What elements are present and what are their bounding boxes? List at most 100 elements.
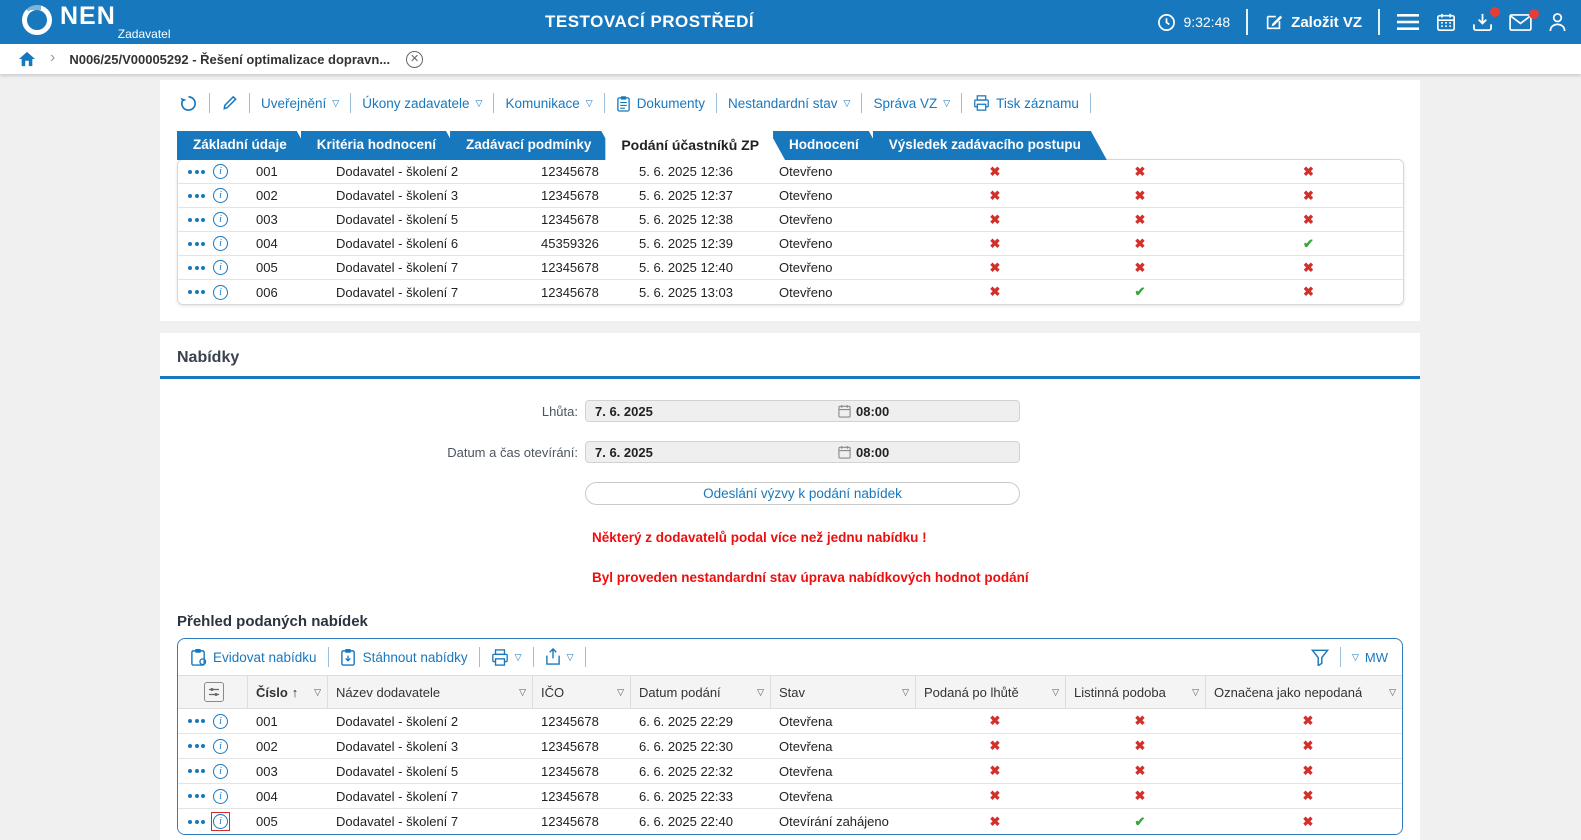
column-header-listinna-podoba[interactable]: Listinná podoba▽ [1066, 676, 1206, 708]
info-icon[interactable]: i [213, 764, 228, 779]
row-menu-icon[interactable] [188, 290, 205, 294]
table-row[interactable]: i001Dodavatel - školení 2123456785. 6. 2… [178, 160, 1403, 184]
chevron-down-icon[interactable]: ▽ [1052, 687, 1059, 698]
info-icon[interactable]: i [213, 285, 228, 300]
column-header-datum-podani[interactable]: Datum podání▽ [631, 676, 771, 708]
tab-hodnoceni[interactable]: Hodnocení [773, 131, 885, 160]
row-menu-icon[interactable] [188, 242, 205, 246]
edit-record-icon[interactable] [221, 94, 238, 112]
table-row[interactable]: i005Dodavatel - školení 7123456785. 6. 2… [178, 256, 1403, 280]
column-settings-icon[interactable] [204, 682, 224, 702]
export-button[interactable]: ▽ [545, 648, 574, 666]
info-icon-wrap[interactable]: i [213, 285, 228, 300]
print-button[interactable]: ▽ [491, 649, 522, 666]
opening-time-value[interactable]: 08:00 [856, 445, 889, 460]
info-icon[interactable]: i [213, 164, 228, 179]
tab-zakladni-udaje[interactable]: Základní údaje [177, 131, 313, 160]
table-row[interactable]: i001Dodavatel - školení 2123456786. 6. 2… [178, 709, 1402, 734]
register-offer-button[interactable]: Evidovat nabídku [190, 648, 317, 666]
chevron-down-icon[interactable]: ▽ [757, 687, 764, 698]
column-header-ico[interactable]: IČO▽ [533, 676, 631, 708]
filter-icon[interactable] [1311, 649, 1329, 666]
deadline-field[interactable]: 7. 6. 2025 08:00 [585, 400, 1020, 422]
column-header-podana-po-lhute[interactable]: Podaná po lhůtě▽ [916, 676, 1066, 708]
info-icon-wrap[interactable]: i [213, 188, 228, 203]
info-icon[interactable]: i [213, 789, 228, 804]
table-row[interactable]: i004Dodavatel - školení 6453593265. 6. 2… [178, 232, 1403, 256]
chevron-down-icon[interactable]: ▽ [314, 687, 321, 698]
table-row[interactable]: i004Dodavatel - školení 7123456786. 6. 2… [178, 784, 1402, 809]
deadline-date-value[interactable]: 7. 6. 2025 [595, 404, 838, 419]
opening-field[interactable]: 7. 6. 2025 08:00 [585, 441, 1020, 463]
chevron-down-icon[interactable]: ▽ [519, 687, 526, 698]
tab-zadavaci-podminky[interactable]: Zadávací podmínky [450, 131, 617, 160]
view-selector[interactable]: ▽ MW [1352, 650, 1388, 665]
opening-date-value[interactable]: 7. 6. 2025 [595, 445, 838, 460]
table-row[interactable]: i005Dodavatel - školení 7123456786. 6. 2… [178, 809, 1402, 834]
column-header-cislo[interactable]: Číslo↑▽ [248, 676, 328, 708]
row-menu-icon[interactable] [188, 820, 205, 824]
table-row[interactable]: i003Dodavatel - školení 5123456785. 6. 2… [178, 208, 1403, 232]
user-icon[interactable] [1548, 12, 1567, 32]
row-menu-icon[interactable] [188, 769, 205, 773]
info-icon-wrap[interactable]: i [213, 814, 228, 829]
chevron-down-icon[interactable]: ▽ [1192, 687, 1199, 698]
breadcrumb-title[interactable]: N006/25/V00005292 - Řešení optimalizace … [69, 52, 390, 67]
toolbar-item-dokumenty[interactable]: Dokumenty [616, 95, 705, 112]
row-menu-icon[interactable] [188, 194, 205, 198]
info-icon[interactable]: i [213, 260, 228, 275]
row-menu-icon[interactable] [188, 744, 205, 748]
info-icon-wrap[interactable]: i [213, 260, 228, 275]
menu-icon[interactable] [1396, 13, 1420, 31]
table-row[interactable]: i002Dodavatel - školení 3123456785. 6. 2… [178, 184, 1403, 208]
toolbar-item-komunikace[interactable]: Komunikace▽ [505, 96, 592, 111]
chevron-down-icon[interactable]: ▽ [617, 687, 624, 698]
info-icon[interactable]: i [213, 739, 228, 754]
table-row[interactable]: i003Dodavatel - školení 5123456786. 6. 2… [178, 759, 1402, 784]
toolbar-item-uverejneni[interactable]: Uveřejnění▽ [261, 96, 339, 111]
row-menu-icon[interactable] [188, 218, 205, 222]
tab-podani-ucastniku-zp[interactable]: Podání účastníků ZP [605, 131, 785, 160]
info-icon-wrap[interactable]: i [213, 764, 228, 779]
messages-icon[interactable] [1509, 14, 1532, 31]
toolbar-item-sprava-vz[interactable]: Správa VZ▽ [873, 96, 950, 111]
toolbar-item-nestandardni-stav[interactable]: Nestandardní stav▽ [728, 96, 850, 111]
tab-kriteria-hodnoceni[interactable]: Kritéria hodnocení [301, 131, 462, 160]
home-icon[interactable] [18, 51, 36, 67]
history-icon[interactable] [179, 94, 198, 113]
column-header-nazev-dodavatele[interactable]: Název dodavatele▽ [328, 676, 533, 708]
column-header-oznacena-jako-nepodana[interactable]: Označena jako nepodaná▽ [1206, 676, 1402, 708]
create-vz-button[interactable]: Založit VZ [1264, 12, 1362, 32]
chevron-down-icon[interactable]: ▽ [1389, 687, 1396, 698]
row-menu-icon[interactable] [188, 170, 205, 174]
column-settings-cell[interactable] [178, 676, 248, 708]
info-icon[interactable]: i [213, 212, 228, 227]
info-icon[interactable]: i [213, 188, 228, 203]
info-icon[interactable]: i [213, 714, 228, 729]
send-invitation-button[interactable]: Odeslání výzvy k podání nabídek [585, 482, 1020, 505]
column-header-stav[interactable]: Stav▽ [771, 676, 916, 708]
deadline-time-value[interactable]: 08:00 [856, 404, 889, 419]
table-row[interactable]: i002Dodavatel - školení 3123456786. 6. 2… [178, 734, 1402, 759]
table-row[interactable]: i006Dodavatel - školení 7123456785. 6. 2… [178, 280, 1403, 304]
info-icon-wrap[interactable]: i [213, 739, 228, 754]
row-menu-icon[interactable] [188, 266, 205, 270]
chevron-down-icon[interactable]: ▽ [902, 687, 909, 698]
info-icon-wrap[interactable]: i [213, 164, 228, 179]
tab-vysledek-zadavaciho-postupu[interactable]: Výsledek zadávacího postupu [873, 131, 1107, 160]
app-logo[interactable]: NEN Zadavatel [22, 3, 171, 41]
calendar-icon[interactable] [1436, 12, 1456, 32]
info-icon[interactable]: i [213, 236, 228, 251]
info-icon-wrap[interactable]: i [213, 212, 228, 227]
info-icon[interactable]: i [213, 814, 228, 829]
row-menu-icon[interactable] [188, 794, 205, 798]
toolbar-item-ukony-zadavatele[interactable]: Úkony zadavatele▽ [362, 96, 482, 111]
row-menu-icon[interactable] [188, 719, 205, 723]
info-icon-wrap[interactable]: i [213, 714, 228, 729]
download-offers-button[interactable]: Stáhnout nabídky [340, 648, 468, 666]
toolbar-item-tisk-zaznamu[interactable]: Tisk záznamu [973, 95, 1079, 111]
downloads-icon[interactable] [1472, 12, 1493, 32]
info-icon-wrap[interactable]: i [213, 789, 228, 804]
info-icon-wrap[interactable]: i [213, 236, 228, 251]
close-icon[interactable]: ✕ [406, 51, 423, 68]
